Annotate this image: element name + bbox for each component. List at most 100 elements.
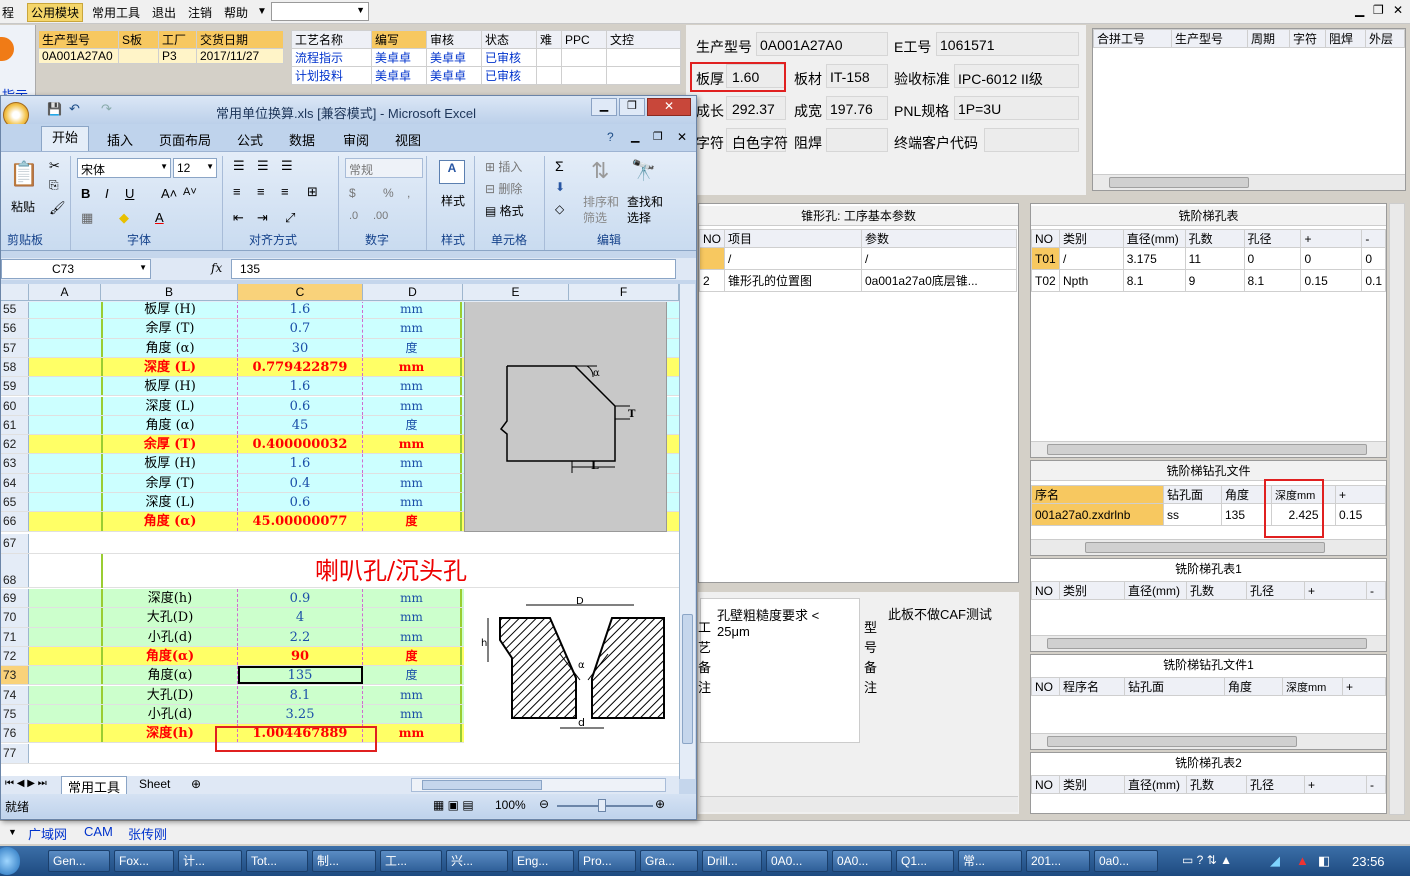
cell-value[interactable]: 8.1 bbox=[238, 685, 363, 704]
col-mill2-count[interactable]: 孔数 bbox=[1186, 775, 1247, 794]
mill-row-plus[interactable]: 0 bbox=[1300, 247, 1363, 270]
row-number[interactable]: 74 bbox=[1, 685, 29, 704]
process-row-name[interactable]: 流程指示 bbox=[291, 48, 372, 67]
col-date[interactable]: 交货日期 bbox=[196, 30, 284, 49]
delete-cells-button[interactable]: ⊟ 删除 bbox=[485, 180, 522, 197]
menu-item-public-module[interactable]: 公用模块 bbox=[27, 3, 84, 22]
cell-label[interactable]: 深度 (L) bbox=[101, 357, 238, 377]
menu-item-tools[interactable]: 常用工具 bbox=[92, 4, 140, 21]
cell-value[interactable]: 4 bbox=[238, 608, 363, 627]
cell-date[interactable]: 2017/11/27 bbox=[196, 48, 284, 64]
excel-restore-button[interactable]: ❐ bbox=[619, 98, 645, 116]
drill-row-plus[interactable]: 0.15 bbox=[1335, 503, 1386, 526]
cell-unit[interactable]: mm bbox=[363, 396, 462, 415]
cone-row-no[interactable] bbox=[699, 247, 725, 270]
drill1-hscroll[interactable] bbox=[1031, 733, 1386, 749]
font-size-select[interactable]: 12 ▼ bbox=[173, 158, 217, 178]
row-number[interactable]: 76 bbox=[1, 724, 29, 743]
cell-value[interactable]: 45 bbox=[238, 415, 363, 435]
row-number[interactable]: 75 bbox=[1, 704, 29, 724]
paste-icon[interactable]: 📋 bbox=[9, 160, 39, 189]
font-name-select[interactable]: 宋体 ▼ bbox=[77, 158, 171, 178]
process-notes-box[interactable]: 孔壁粗糙度要求 < 25μm bbox=[700, 598, 860, 743]
process-row-name[interactable]: 计划投料 bbox=[291, 66, 372, 85]
tab-page-layout[interactable]: 页面布局 bbox=[159, 130, 211, 149]
row-number[interactable]: 71 bbox=[1, 627, 29, 646]
taskbar-item[interactable]: 兴... bbox=[446, 850, 508, 872]
alert-icon[interactable]: ▲ bbox=[1296, 853, 1309, 868]
copy-icon[interactable]: ⎘ bbox=[49, 178, 59, 193]
tray-icons[interactable]: ▭ ? ⇅ ▲ bbox=[1182, 853, 1232, 867]
taskbar-item[interactable]: Fox... bbox=[114, 850, 174, 872]
cut-icon[interactable]: ✂ bbox=[49, 158, 60, 174]
width-field[interactable]: 197.76 bbox=[826, 96, 888, 120]
indent-increase-icon[interactable]: ⇥ bbox=[257, 210, 268, 226]
dropdown-arrow-icon[interactable]: ▼ bbox=[8, 827, 17, 837]
ribbon-restore-icon[interactable]: ❐ bbox=[653, 130, 663, 143]
col-mill2-plus[interactable]: + bbox=[1304, 775, 1367, 794]
percent-icon[interactable]: % bbox=[383, 186, 394, 200]
mill-row-diameter[interactable]: 3.175 bbox=[1122, 247, 1186, 270]
col-mill1-diameter[interactable]: 直径(mm) bbox=[1124, 581, 1187, 600]
cell-label[interactable]: 角度(α) bbox=[101, 666, 238, 685]
row-number[interactable]: 63 bbox=[1, 454, 29, 473]
cell-unit[interactable]: mm bbox=[363, 589, 462, 608]
col-model[interactable]: 生产型号 bbox=[38, 30, 119, 49]
cell-value[interactable]: 1.6 bbox=[238, 302, 363, 319]
customer-field[interactable] bbox=[984, 128, 1079, 152]
network-icon[interactable]: ◢ bbox=[1270, 853, 1280, 869]
restore-icon[interactable]: ❐ bbox=[1373, 3, 1384, 17]
row-number[interactable]: 64 bbox=[1, 473, 29, 492]
scroll-thumb[interactable] bbox=[1085, 542, 1325, 553]
scroll-thumb[interactable] bbox=[1047, 638, 1367, 649]
col-mill-count[interactable]: 孔数 bbox=[1184, 229, 1245, 248]
scroll-thumb[interactable] bbox=[1047, 736, 1297, 747]
col-merge-no[interactable]: 合拼工号 bbox=[1093, 29, 1172, 48]
taskbar-item[interactable]: Gen... bbox=[48, 850, 110, 872]
select-all-corner[interactable] bbox=[1, 284, 29, 301]
cell-label[interactable]: 小孔(d) bbox=[101, 704, 238, 724]
row-number[interactable]: 59 bbox=[1, 377, 29, 396]
taskbar-item[interactable]: 201... bbox=[1026, 850, 1090, 872]
col-header-b[interactable]: B bbox=[101, 284, 238, 301]
col-mill2-diameter[interactable]: 直径(mm) bbox=[1124, 775, 1187, 794]
col-mill1-type[interactable]: 类别 bbox=[1059, 581, 1125, 600]
cell-value[interactable]: 0.9 bbox=[238, 589, 363, 608]
mill-row-hole[interactable]: 0 bbox=[1243, 247, 1302, 270]
weld-field[interactable] bbox=[826, 128, 888, 152]
col-mill1-hole[interactable]: 孔径 bbox=[1246, 581, 1305, 600]
row-number[interactable]: 66 bbox=[1, 512, 29, 531]
start-button[interactable] bbox=[0, 847, 20, 875]
mill-row-minus[interactable]: 0 bbox=[1361, 247, 1386, 270]
cell-unit[interactable]: mm bbox=[363, 357, 462, 377]
col-mill-type[interactable]: 类别 bbox=[1058, 229, 1124, 248]
sheet-hscroll[interactable] bbox=[411, 778, 666, 792]
ribbon-min-icon[interactable]: ▁ bbox=[631, 130, 639, 143]
cell-value[interactable]: 0.4 bbox=[238, 473, 363, 492]
col-ppc[interactable]: PPC bbox=[561, 30, 607, 49]
row-number[interactable]: 73 bbox=[1, 666, 29, 685]
clear-icon[interactable]: ◇ bbox=[555, 202, 564, 216]
excel-close-button[interactable]: ✕ bbox=[647, 98, 691, 116]
cell-label[interactable]: 角度 (α) bbox=[101, 512, 238, 531]
number-format-select[interactable]: 常规 bbox=[345, 158, 423, 178]
row-number[interactable]: 68 bbox=[1, 554, 29, 587]
grow-font-icon[interactable]: A˄ bbox=[161, 186, 177, 201]
col-cone-param[interactable]: 参数 bbox=[861, 229, 1017, 248]
taskbar-item[interactable]: Eng... bbox=[512, 850, 574, 872]
process-row-reviewer[interactable]: 美卓卓 bbox=[426, 48, 482, 67]
cell-value[interactable]: 45.00000077 bbox=[238, 512, 363, 531]
find-binoculars-icon[interactable]: 🔭 bbox=[631, 158, 656, 183]
taskbar-item[interactable]: 工... bbox=[380, 850, 442, 872]
font-color-icon[interactable]: A bbox=[155, 210, 164, 225]
col-header-d[interactable]: D bbox=[363, 284, 463, 301]
increase-decimal-icon[interactable]: .0 bbox=[349, 210, 358, 222]
new-sheet-icon[interactable]: ⊕ bbox=[191, 777, 201, 791]
col-mill1-no[interactable]: NO bbox=[1031, 581, 1060, 600]
pnl-field[interactable]: 1P=3U bbox=[954, 96, 1079, 120]
col-merge-char[interactable]: 字符 bbox=[1289, 29, 1326, 48]
row-number[interactable]: 57 bbox=[1, 338, 29, 357]
mill-row-type[interactable]: / bbox=[1058, 247, 1124, 270]
cell-unit[interactable]: 度 bbox=[363, 338, 462, 357]
taskbar-item[interactable]: Tot... bbox=[246, 850, 308, 872]
